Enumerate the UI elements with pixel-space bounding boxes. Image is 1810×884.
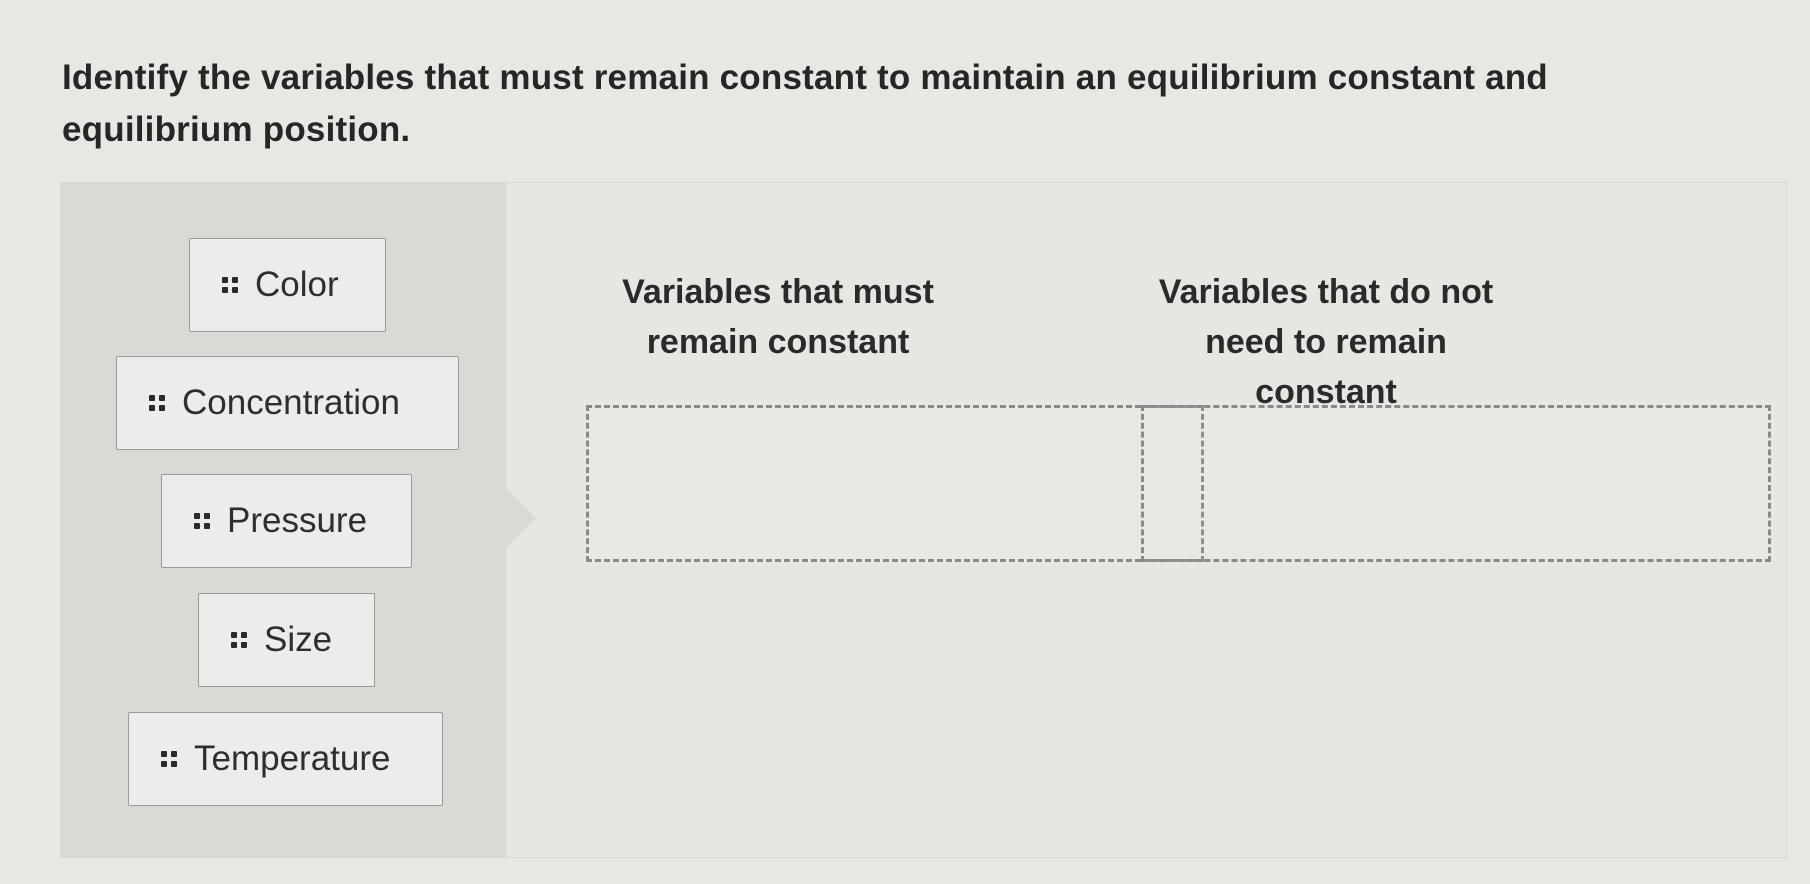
category-heading-must-remain-constant: Variables that must remain constant [622, 273, 934, 361]
dropzone-do-not-need-constant[interactable] [1141, 405, 1771, 562]
category-heading-do-not-need-constant: Variables that do not need to remain con… [1158, 273, 1494, 411]
drag-handle-icon [194, 513, 210, 529]
dropzone-must-remain-constant[interactable] [586, 405, 1204, 562]
chip-label: Pressure [227, 501, 368, 540]
drag-handle-icon [231, 632, 247, 648]
chip-label: Temperature [194, 739, 391, 778]
drag-handle-icon [161, 751, 177, 767]
chip-color[interactable]: Color [189, 238, 386, 332]
chip-label: Color [255, 265, 339, 304]
drag-handle-icon [222, 277, 238, 293]
chip-label: Size [264, 620, 333, 659]
question-text: Identify the variables that must remain … [62, 58, 1548, 149]
drag-drop-panel: Color Concentration Pressure Size Temper… [60, 182, 1787, 858]
chip-pressure[interactable]: Pressure [161, 474, 412, 568]
chip-label: Concentration [182, 383, 400, 422]
source-items-panel: Color Concentration Pressure Size Temper… [61, 183, 536, 857]
chip-size[interactable]: Size [198, 593, 375, 687]
drag-handle-icon [149, 395, 165, 411]
chip-temperature[interactable]: Temperature [128, 712, 443, 806]
chip-concentration[interactable]: Concentration [116, 356, 459, 450]
